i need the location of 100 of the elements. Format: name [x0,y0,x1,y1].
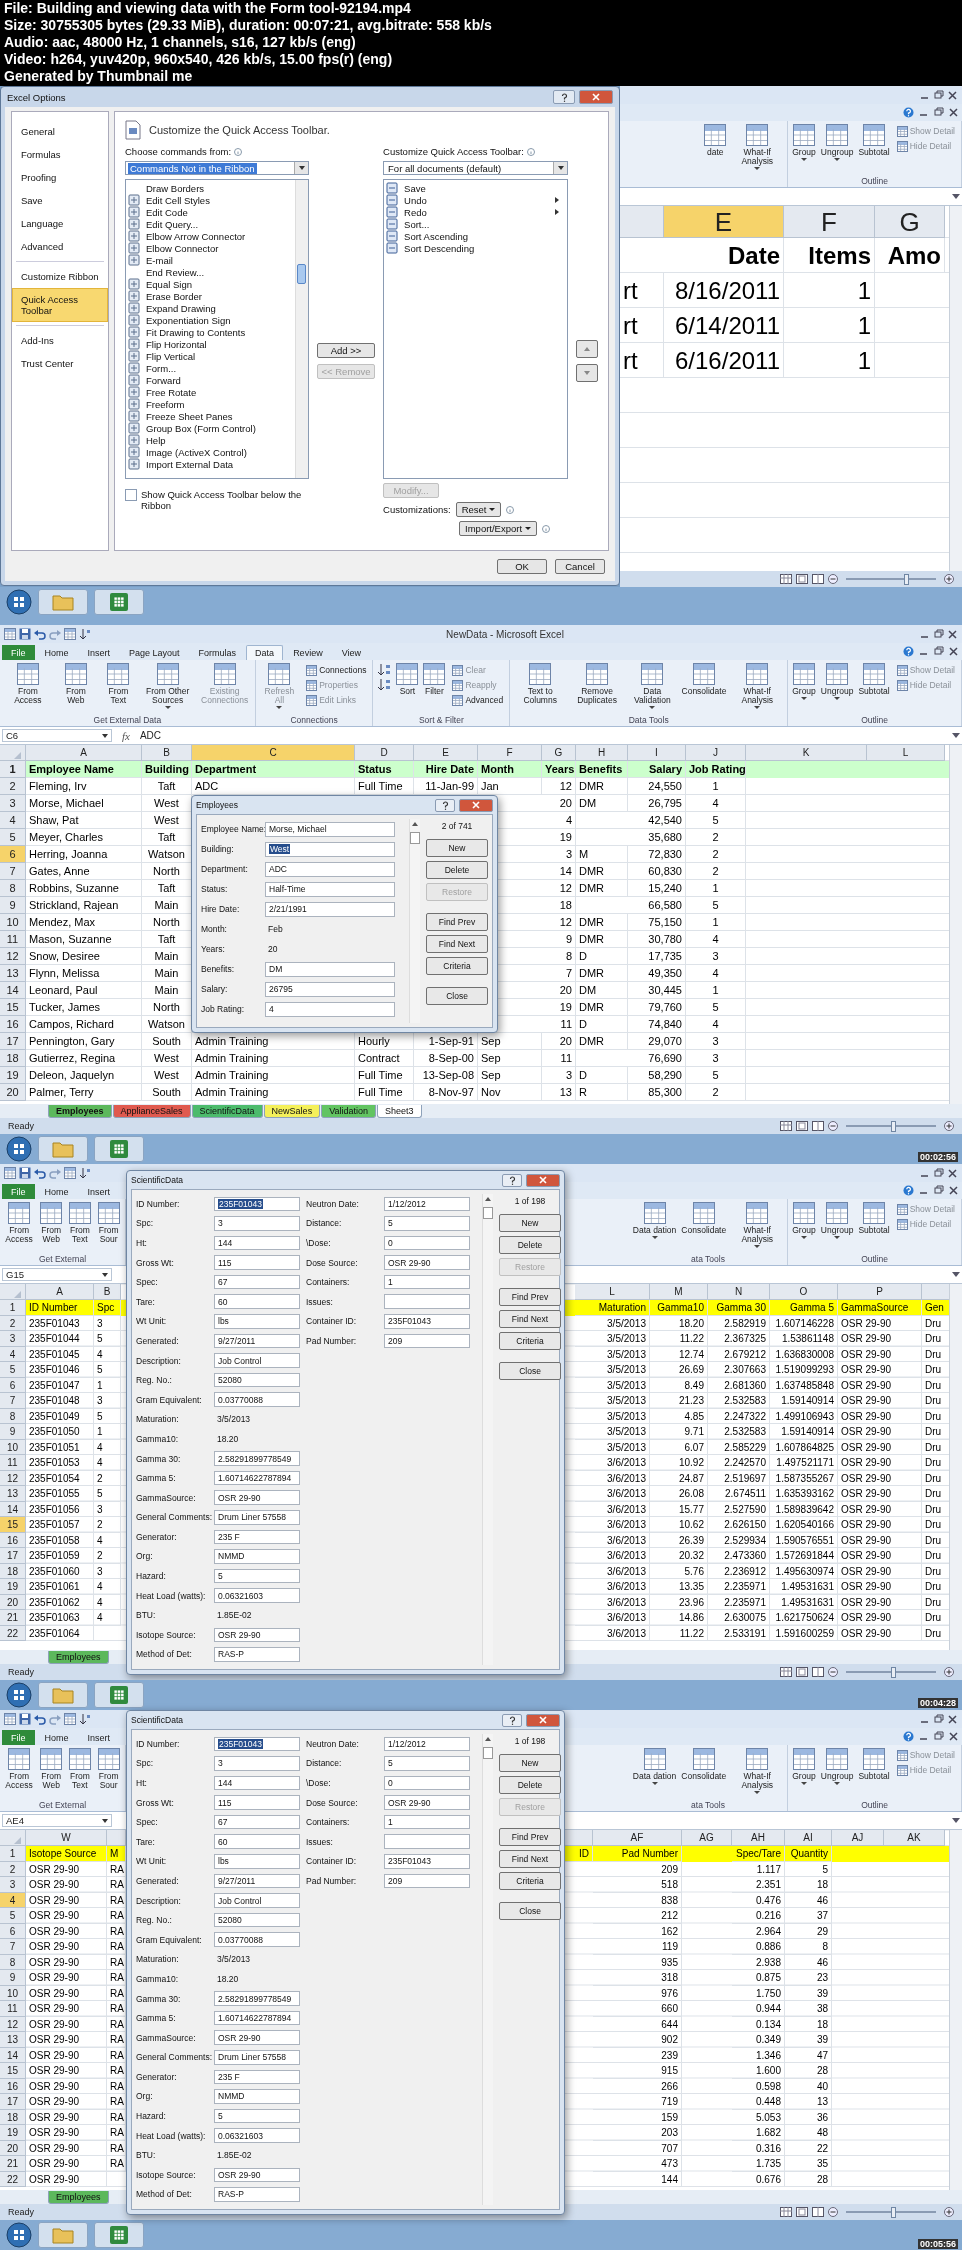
ribbon-button[interactable]: From Sour [94,1201,123,1245]
ribbon-button[interactable]: Connections [304,663,369,677]
ribbon-button[interactable]: Data dation [630,1747,679,1786]
input-field[interactable]: OSR 29-90 [214,1627,300,1643]
help-icon[interactable] [903,107,914,118]
ribbon-button[interactable]: Ungroup [818,1201,856,1240]
sheet-tab[interactable]: Employees [48,1105,112,1118]
ribbon-tab[interactable]: Insert [78,1184,120,1199]
dialog-button[interactable]: New [499,1754,561,1772]
ribbon-button[interactable]: From Web [54,662,98,706]
restore-icon[interactable] [933,107,944,118]
sort-icon[interactable] [79,1713,91,1725]
ribbon-button[interactable]: date [702,123,729,158]
row-header[interactable]: 4 [0,812,26,829]
page-layout-icon[interactable] [796,1667,808,1677]
ribbon-button[interactable]: What-If Analysis [729,1201,786,1249]
input-field[interactable]: 235F01043 [214,1736,300,1752]
list-item[interactable]: Sort Ascending [384,230,568,242]
input-field[interactable]: 235 F [214,1529,300,1545]
input-field[interactable]: 1/12/2012 [384,1736,470,1752]
page-break-icon[interactable] [812,1121,824,1131]
restore-icon[interactable] [933,1713,944,1725]
column-header[interactable]: A [26,1284,94,1300]
ribbon-button[interactable]: Data dation [630,1201,679,1240]
scrollbar[interactable] [949,745,962,1104]
add-button[interactable]: Add >> [317,343,376,358]
page-layout-icon[interactable] [796,2207,808,2217]
expand-icon[interactable] [952,194,960,199]
row-header[interactable]: 6 [0,846,26,863]
slider-thumb[interactable] [890,2206,896,2218]
row-header[interactable]: 1 [0,761,26,778]
input-field[interactable]: 209 [384,1873,470,1889]
help-icon[interactable] [903,1731,914,1742]
row-header[interactable]: 16 [0,1016,26,1033]
list-item[interactable]: Flip Horizontal [126,338,296,350]
nav-item[interactable]: Customize Ribbon [12,265,108,288]
file-tab[interactable]: File [2,1184,35,1199]
ribbon-button[interactable]: What-If Analysis [729,662,786,710]
move-up-button[interactable] [576,340,598,358]
row-header[interactable]: 13 [0,2032,26,2048]
list-item[interactable]: Undo [384,194,568,206]
dialog-button[interactable]: Delete [499,1236,561,1254]
dialog-button[interactable]: Criteria [499,1332,561,1350]
input-field[interactable]: 235F01043 [384,1314,470,1329]
sheet-tab[interactable]: Employees [48,1651,109,1664]
dialog-button[interactable]: Close [499,1902,561,1920]
row-header[interactable]: 9 [0,1970,26,1986]
ribbon-button[interactable]: Consolidate [679,1201,729,1236]
help-button[interactable] [553,90,575,104]
name-box[interactable]: G15 [2,1268,112,1281]
input-field[interactable]: Half-Time [265,881,395,897]
ribbon-button[interactable]: From Web [37,1747,66,1791]
page-layout-icon[interactable] [796,574,808,584]
close-icon[interactable] [947,1713,958,1725]
input-field[interactable]: 67 [214,1274,300,1290]
sort-icon[interactable] [79,1167,91,1179]
close-icon[interactable] [948,107,959,118]
restore-icon[interactable] [933,1731,944,1742]
zoom-in-icon[interactable] [944,2207,954,2217]
close-button[interactable] [579,90,613,104]
row-header[interactable]: 11 [0,1455,26,1471]
start-icon[interactable] [6,1682,32,1708]
input-field[interactable]: 115 [214,1255,300,1270]
restore-icon[interactable] [933,628,944,640]
dialog-button[interactable]: Find Next [499,1850,561,1868]
input-field[interactable]: 235F01043 [214,1196,300,1212]
column-header[interactable]: K [746,745,867,761]
input-field[interactable]: 52080 [214,1912,300,1928]
input-field[interactable]: 26795 [265,981,395,997]
dialog-button[interactable]: Delete [426,861,488,879]
input-field[interactable] [384,1294,470,1310]
zoom-in-icon[interactable] [944,1667,954,1677]
start-icon[interactable] [6,1136,32,1162]
dropdown[interactable]: For all documents (default) [383,161,569,175]
column-header[interactable]: I [628,745,686,761]
input-field[interactable]: DM [265,961,395,977]
list-item[interactable]: Import External Data [126,458,296,470]
taskbar-button[interactable] [94,1682,144,1708]
floppy-icon[interactable] [19,1713,31,1725]
column-header[interactable]: A [26,745,142,761]
input-field[interactable]: 2/21/1991 [265,901,395,917]
row-header[interactable]: 11 [0,2001,26,2017]
ribbon-tab[interactable]: Formulas [189,645,246,660]
command-list[interactable] [125,179,310,479]
input-field[interactable]: 9/27/2011 [214,1333,300,1349]
ribbon-button[interactable]: From Sour [94,1747,123,1791]
slider-thumb[interactable] [890,1120,896,1132]
dialog-button[interactable]: Find Prev [499,1288,561,1306]
input-field[interactable]: NMMD [214,2089,300,2104]
input-field[interactable]: 0.06321603 [214,1588,300,1603]
dialog-button[interactable]: New [499,1214,561,1232]
taskbar-button[interactable] [94,2222,144,2248]
column-header[interactable]: E [414,745,478,761]
nav-item[interactable]: Proofing [12,166,108,189]
ribbon-button[interactable]: Ungroup [818,662,856,701]
row-header[interactable]: 15 [0,1517,26,1533]
row-header[interactable]: 14 [0,982,26,999]
column-header[interactable]: J [686,745,746,761]
floppy-icon[interactable] [19,628,31,640]
ribbon-button[interactable]: Sort [394,662,421,697]
